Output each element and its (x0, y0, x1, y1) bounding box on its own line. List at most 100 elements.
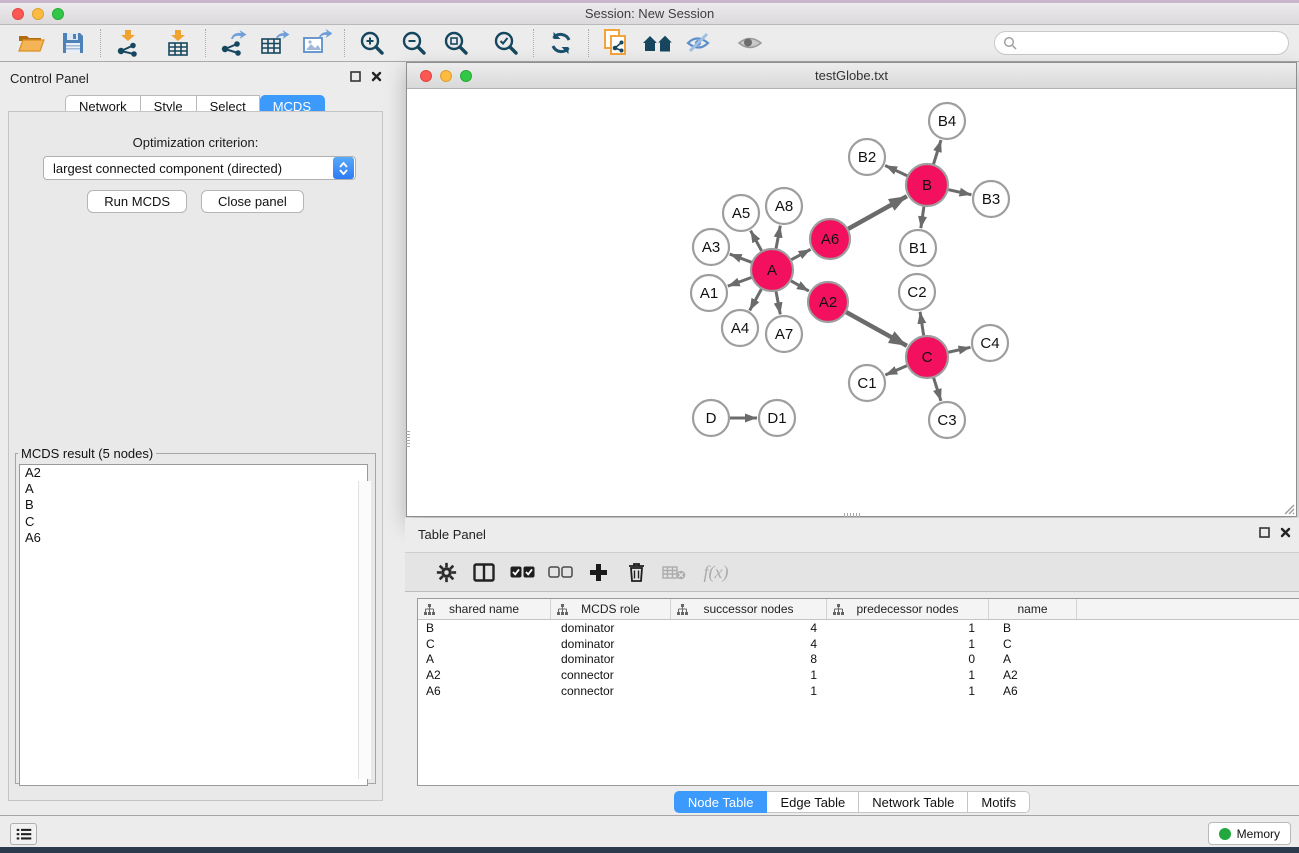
cell-mcds_role[interactable]: connector (551, 684, 671, 698)
fx-icon: f(x) (704, 562, 729, 583)
cell-name[interactable]: B (989, 621, 1077, 635)
node-label-C1: C1 (857, 375, 876, 392)
node-label-C3: C3 (937, 412, 956, 429)
zoom-in-button[interactable] (355, 28, 389, 58)
table-row[interactable]: Bdominator41B (418, 620, 1299, 636)
export-network-button[interactable] (216, 28, 250, 58)
cell-successors[interactable]: 4 (671, 637, 827, 651)
search-input[interactable] (1017, 34, 1288, 52)
export-table-icon (260, 29, 290, 57)
refresh-icon (548, 30, 574, 56)
table-row[interactable]: Adominator80A (418, 651, 1299, 667)
show-all-button[interactable] (733, 28, 767, 58)
cell-predecessors[interactable]: 1 (827, 668, 989, 682)
column-header-successor-nodes[interactable]: successor nodes (671, 599, 827, 619)
toolbar-separator (205, 29, 206, 57)
delete-column-button[interactable] (617, 558, 655, 586)
float-panel-icon[interactable] (350, 71, 361, 82)
result-item[interactable]: A (20, 481, 367, 497)
search-box (994, 31, 1289, 55)
result-scrollbar[interactable] (358, 481, 371, 779)
new-network-from-selection-icon (602, 28, 630, 58)
cell-name[interactable]: A (989, 652, 1077, 666)
column-header-shared-name[interactable]: shared name (418, 599, 551, 619)
show-column-button[interactable] (465, 558, 503, 586)
result-item[interactable]: A2 (20, 465, 367, 481)
cell-successors[interactable]: 4 (671, 621, 827, 635)
cell-successors[interactable]: 1 (671, 668, 827, 682)
close-panel-button[interactable]: Close panel (201, 190, 304, 213)
save-session-button[interactable] (56, 28, 90, 58)
column-header-predecessor-nodes[interactable]: predecessor nodes (827, 599, 989, 619)
cell-successors[interactable]: 1 (671, 684, 827, 698)
cell-shared_name[interactable]: A6 (418, 684, 551, 698)
table-settings-button[interactable] (427, 558, 465, 586)
tab-edge-table[interactable]: Edge Table (767, 791, 859, 813)
splitter-handle[interactable] (406, 431, 410, 447)
column-header-name[interactable]: name (989, 599, 1077, 619)
tab-node-table[interactable]: Node Table (674, 791, 768, 813)
tab-motifs[interactable]: Motifs (968, 791, 1030, 813)
result-item[interactable]: A6 (20, 530, 367, 546)
export-network-icon (219, 29, 247, 57)
cell-name[interactable]: C (989, 637, 1077, 651)
cell-predecessors[interactable]: 1 (827, 684, 989, 698)
cell-mcds_role[interactable]: connector (551, 668, 671, 682)
hierarchy-icon (677, 604, 688, 615)
cell-shared_name[interactable]: B (418, 621, 551, 635)
control-panel-title: Control Panel (10, 71, 89, 86)
zoom-out-icon (401, 30, 427, 56)
cell-shared_name[interactable]: A2 (418, 668, 551, 682)
node-label-B4: B4 (938, 113, 956, 130)
result-item[interactable]: C (20, 514, 367, 530)
cell-successors[interactable]: 8 (671, 652, 827, 666)
criterion-dropdown[interactable]: largest connected component (directed) (43, 156, 356, 180)
splitter-handle[interactable] (844, 513, 860, 517)
delete-table-button[interactable] (655, 558, 693, 586)
node-label-A4: A4 (731, 320, 749, 337)
mcds-result-list[interactable]: A2ABCA6 (19, 464, 368, 786)
hide-selected-button[interactable] (683, 28, 717, 58)
first-neighbors-button[interactable] (641, 28, 675, 58)
network-canvas[interactable]: B4B2BB3B1A8A5A6A3AA1A2C2A4A7C4CC1C3DD1 (407, 89, 1296, 516)
float-panel-icon[interactable] (1259, 527, 1270, 538)
select-all-button[interactable] (503, 558, 541, 586)
add-column-button[interactable] (579, 558, 617, 586)
cell-mcds_role[interactable]: dominator (551, 652, 671, 666)
cell-mcds_role[interactable]: dominator (551, 637, 671, 651)
run-mcds-button[interactable]: Run MCDS (87, 190, 187, 213)
deselect-all-button[interactable] (541, 558, 579, 586)
open-session-button[interactable] (14, 28, 48, 58)
task-history-button[interactable] (10, 823, 37, 845)
cell-name[interactable]: A2 (989, 668, 1077, 682)
cell-predecessors[interactable]: 0 (827, 652, 989, 666)
plus-icon (589, 563, 608, 582)
memory-button[interactable]: Memory (1208, 822, 1291, 845)
unchecked-boxes-icon (548, 566, 573, 578)
cell-predecessors[interactable]: 1 (827, 621, 989, 635)
export-table-button[interactable] (258, 28, 292, 58)
zoom-selected-button[interactable] (489, 28, 523, 58)
close-panel-icon[interactable] (1280, 527, 1291, 538)
table-row[interactable]: A6connector11A6 (418, 683, 1299, 699)
refresh-button[interactable] (544, 28, 578, 58)
import-table-button[interactable] (161, 28, 195, 58)
new-network-from-selection-button[interactable] (599, 28, 633, 58)
zoom-fit-button[interactable] (439, 28, 473, 58)
table-row[interactable]: A2connector11A2 (418, 667, 1299, 683)
export-image-button[interactable] (300, 28, 334, 58)
close-panel-icon[interactable] (371, 71, 382, 82)
result-item[interactable]: B (20, 497, 367, 513)
cell-name[interactable]: A6 (989, 684, 1077, 698)
import-network-button[interactable] (111, 28, 145, 58)
zoom-out-button[interactable] (397, 28, 431, 58)
table-row[interactable]: Cdominator41C (418, 636, 1299, 652)
tab-network-table[interactable]: Network Table (859, 791, 968, 813)
cell-shared_name[interactable]: C (418, 637, 551, 651)
function-builder-button[interactable]: f(x) (693, 558, 739, 586)
resize-grip[interactable] (1281, 501, 1295, 515)
cell-shared_name[interactable]: A (418, 652, 551, 666)
cell-predecessors[interactable]: 1 (827, 637, 989, 651)
cell-mcds_role[interactable]: dominator (551, 621, 671, 635)
column-header-mcds-role[interactable]: MCDS role (551, 599, 671, 619)
